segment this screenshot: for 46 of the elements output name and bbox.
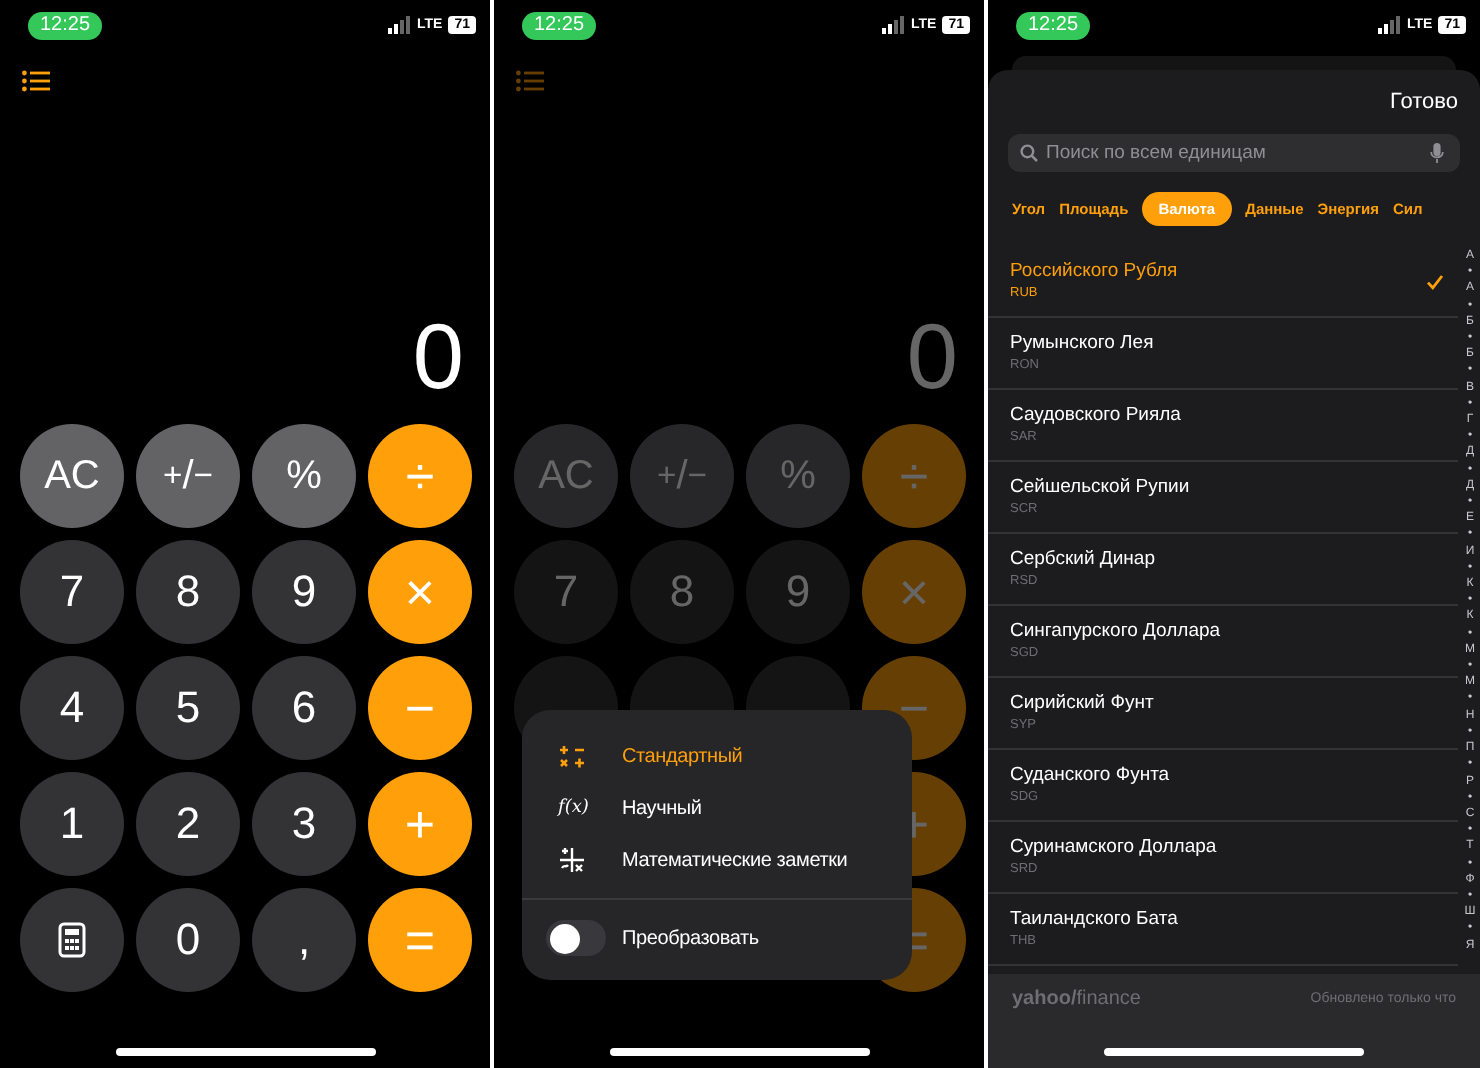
microphone-icon[interactable]: [1430, 142, 1444, 164]
status-time: 12:25: [28, 11, 103, 39]
search-icon: [1020, 144, 1038, 162]
calculator-key[interactable]: 7: [20, 540, 124, 644]
status-time: 12:25: [522, 11, 597, 39]
toggle-label: Преобразовать: [622, 927, 759, 949]
operators-icon: [558, 743, 586, 769]
calculator-key[interactable]: 1: [20, 772, 124, 876]
calculator-key[interactable]: %: [252, 424, 356, 528]
done-button[interactable]: Готово: [1390, 90, 1458, 114]
convert-toggle[interactable]: [546, 920, 606, 956]
status-time: 12:25: [1016, 11, 1091, 39]
unit-name: Сингапурского Доллара: [1010, 620, 1221, 644]
unit-name: Сирийский Фунт: [1010, 692, 1154, 716]
calculator-key[interactable]: [20, 888, 124, 992]
unit-name: Суданского Фунта: [1010, 764, 1170, 788]
calculator-key[interactable]: 8: [136, 540, 240, 644]
unit-name: Румынского Лея: [1010, 332, 1154, 356]
display-value: 0: [906, 304, 958, 408]
signal-icon: [1377, 16, 1401, 34]
unit-name: Таиландского Бата: [1010, 908, 1178, 932]
calculator-key[interactable]: AC: [20, 424, 124, 528]
calculator-key[interactable]: 9: [252, 540, 356, 644]
unit-name: Сербский Динар: [1010, 548, 1155, 572]
checkmark-icon: [1426, 273, 1444, 289]
calculator-key[interactable]: 3: [252, 772, 356, 876]
unit-name: Сейшельской Рупии: [1010, 476, 1190, 500]
signal-icon: [387, 16, 411, 34]
calculator-key[interactable]: 5: [136, 656, 240, 760]
unit-name: Российского Рубля: [1010, 260, 1178, 284]
calculator-key[interactable]: 2: [136, 772, 240, 876]
math-notes-icon: [558, 846, 586, 874]
unit-name: Саудовского Рияла: [1010, 404, 1181, 428]
calculator-key[interactable]: 6: [252, 656, 356, 760]
unit-name: Суринамского Доллара: [1010, 836, 1217, 860]
function-label: f(x): [558, 798, 591, 818]
search-input[interactable]: Поиск по всем единицам: [1046, 142, 1422, 164]
signal-icon: [881, 16, 905, 34]
calculator-key[interactable]: 4: [20, 656, 124, 760]
calculator-icon: [58, 922, 86, 958]
display-value: 0: [412, 304, 464, 408]
finance-logo: yahoo/finance: [1012, 988, 1141, 1010]
calculator-key[interactable]: 0: [136, 888, 240, 992]
calculator-key[interactable]: ,: [252, 888, 356, 992]
search-field[interactable]: Поиск по всем единицам: [1008, 134, 1460, 172]
list-menu-icon[interactable]: [22, 69, 50, 91]
